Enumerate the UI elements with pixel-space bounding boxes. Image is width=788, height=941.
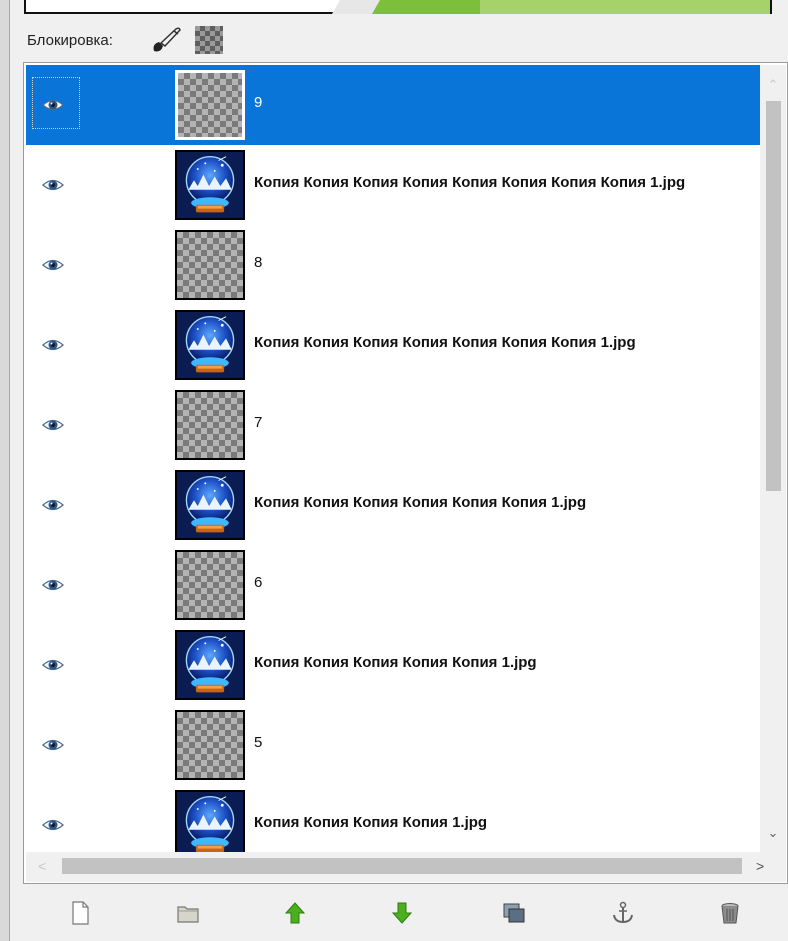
canvas-white-shape: [331, 0, 381, 14]
layer-thumbnail: [175, 630, 245, 700]
lower-layer-icon: [391, 902, 413, 924]
eye-visibility-icon[interactable]: [42, 95, 64, 115]
layer-name[interactable]: Копия Копия Копия Копия Копия Копия Копи…: [254, 174, 759, 191]
layer-name[interactable]: Копия Копия Копия Копия Копия 1.jpg: [254, 654, 759, 671]
eye-visibility-icon[interactable]: [42, 815, 64, 835]
vertical-scroll-thumb[interactable]: [766, 101, 781, 491]
delete-layer-icon: [721, 903, 739, 924]
lower-layer-button[interactable]: [385, 896, 419, 930]
horizontal-scrollbar[interactable]: < >: [26, 852, 786, 882]
layer-thumbnail: [175, 390, 245, 460]
layer-thumbnail: [175, 310, 245, 380]
eye-visibility-icon[interactable]: [42, 255, 64, 275]
layers-panel: 9 Копия Копия Копия Копия Копия Копия Ко…: [23, 62, 788, 884]
layer-name[interactable]: Копия Копия Копия Копия 1.jpg: [254, 814, 759, 831]
dock-left-border-line: [9, 0, 10, 941]
layer-row[interactable]: Копия Копия Копия Копия 1.jpg: [26, 785, 760, 852]
layer-thumbnail: [175, 150, 245, 220]
new-layer-group-button[interactable]: [171, 896, 205, 930]
layers-toolbar: [23, 888, 788, 938]
layer-name[interactable]: Копия Копия Копия Копия Копия Копия 1.jp…: [254, 494, 759, 511]
raise-layer-icon: [284, 902, 306, 924]
layer-row[interactable]: 5: [26, 705, 760, 785]
layer-name[interactable]: 6: [254, 574, 759, 591]
scroll-right-icon[interactable]: >: [756, 858, 764, 874]
anchor-layer-button[interactable]: [606, 896, 640, 930]
layer-row[interactable]: Копия Копия Копия Копия Копия Копия 1.jp…: [26, 465, 760, 545]
eye-visibility-icon[interactable]: [42, 735, 64, 755]
canvas-edge: [10, 0, 788, 18]
paintbrush-lock-icon[interactable]: [150, 26, 182, 54]
layer-row[interactable]: Копия Копия Копия Копия Копия Копия Копи…: [26, 145, 760, 225]
anchor-layer-icon: [613, 901, 633, 924]
layer-row[interactable]: 8: [26, 225, 760, 305]
layer-row[interactable]: 9: [26, 65, 760, 145]
layer-thumbnail: [175, 550, 245, 620]
scroll-down-icon[interactable]: ⌄: [766, 825, 780, 840]
layer-row[interactable]: 7: [26, 385, 760, 465]
layer-name[interactable]: 5: [254, 734, 759, 751]
layer-thumbnail: [175, 70, 245, 140]
delete-layer-button[interactable]: [713, 896, 747, 930]
eye-visibility-icon[interactable]: [42, 415, 64, 435]
scroll-up-icon[interactable]: ⌃: [766, 77, 780, 92]
eye-visibility-icon[interactable]: [42, 575, 64, 595]
canvas-light-green-area: [480, 0, 770, 14]
layer-thumbnail: [175, 230, 245, 300]
layer-row[interactable]: Копия Копия Копия Копия Копия 1.jpg: [26, 625, 760, 705]
alpha-lock-icon[interactable]: [195, 26, 223, 54]
new-layer-group-icon: [177, 906, 199, 923]
new-layer-icon: [72, 901, 89, 925]
layer-row[interactable]: 6: [26, 545, 760, 625]
duplicate-layer-button[interactable]: [497, 896, 531, 930]
horizontal-scroll-thumb[interactable]: [62, 858, 742, 874]
raise-layer-button[interactable]: [278, 896, 312, 930]
vertical-scrollbar[interactable]: ⌃ ⌄: [760, 65, 786, 852]
scroll-left-icon[interactable]: <: [38, 858, 46, 874]
lock-row: Блокировка:: [10, 18, 788, 62]
layer-name[interactable]: 9: [254, 94, 759, 111]
layer-thumbnail: [175, 790, 245, 852]
layers-list: 9 Копия Копия Копия Копия Копия Копия Ко…: [26, 65, 760, 852]
lock-label: Блокировка:: [27, 32, 113, 49]
layer-name[interactable]: 7: [254, 414, 759, 431]
eye-visibility-icon[interactable]: [42, 655, 64, 675]
layer-name[interactable]: Копия Копия Копия Копия Копия Копия Копи…: [254, 334, 759, 351]
layer-thumbnail: [175, 710, 245, 780]
eye-visibility-icon[interactable]: [42, 495, 64, 515]
layer-name[interactable]: 8: [254, 254, 759, 271]
eye-visibility-icon[interactable]: [42, 175, 64, 195]
layer-row[interactable]: Копия Копия Копия Копия Копия Копия Копи…: [26, 305, 760, 385]
eye-visibility-icon[interactable]: [42, 335, 64, 355]
duplicate-layer-icon: [503, 903, 525, 923]
new-layer-button[interactable]: [63, 896, 97, 930]
layer-thumbnail: [175, 470, 245, 540]
